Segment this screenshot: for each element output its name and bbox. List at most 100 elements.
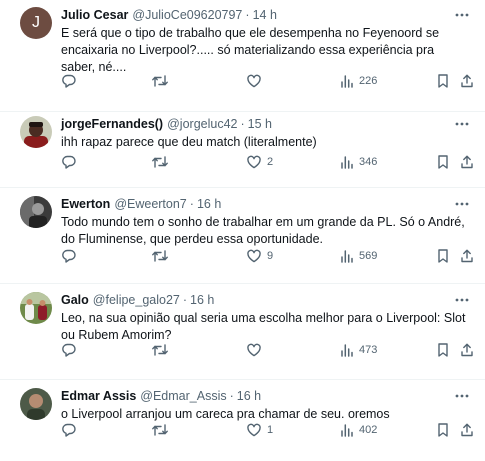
retweet-button[interactable] — [151, 421, 169, 439]
timestamp[interactable]: 16 h — [190, 292, 214, 308]
retweet-button[interactable] — [151, 341, 169, 359]
separator-dot: · — [245, 8, 250, 22]
reply-button[interactable] — [61, 247, 77, 265]
like-count: 9 — [267, 250, 274, 262]
avatar[interactable]: J — [20, 7, 52, 39]
bookmark-button[interactable] — [436, 247, 450, 265]
tweet-header: Edmar Assis @Edmar_Assis · 16 h — [61, 388, 471, 404]
avatar[interactable] — [20, 292, 52, 324]
bookmark-button[interactable] — [436, 421, 450, 439]
tweet[interactable]: Ewerton @Eweerton7 · 16 h Todo mundo tem… — [0, 188, 485, 284]
view-count: 226 — [359, 75, 378, 87]
reply-button[interactable] — [61, 72, 77, 90]
like-button[interactable] — [246, 72, 267, 90]
share-button[interactable] — [459, 247, 475, 265]
like-icon — [247, 74, 261, 88]
reply-button[interactable] — [61, 421, 77, 439]
bookmark-icon — [438, 74, 448, 88]
user-handle[interactable]: @Eweerton7 — [114, 196, 186, 212]
retweet-icon — [152, 344, 168, 356]
display-name[interactable]: Edmar Assis — [61, 388, 136, 404]
tweet-text: Todo mundo tem o sonho de trabalhar em u… — [61, 215, 465, 246]
display-name[interactable]: Ewerton — [61, 196, 110, 212]
share-icon — [461, 249, 473, 263]
more-icon[interactable] — [453, 7, 471, 23]
reply-icon — [62, 343, 76, 357]
user-handle[interactable]: @JulioCe09620797 — [132, 7, 242, 23]
views-icon — [341, 250, 353, 263]
share-icon — [461, 343, 473, 357]
share-icon — [461, 423, 473, 437]
more-icon[interactable] — [453, 388, 471, 404]
reply-icon — [62, 74, 76, 88]
retweet-button[interactable] — [151, 247, 169, 265]
reply-feed: J Julio Cesar @JulioCe09620797 · 14 h E … — [0, 0, 485, 461]
views-icon — [341, 424, 353, 437]
display-name[interactable]: Galo — [61, 292, 89, 308]
views-button[interactable]: 346 — [340, 153, 377, 171]
avatar[interactable] — [20, 388, 52, 420]
tweet-text: E será que o tipo de trabalho que ele de… — [61, 26, 440, 74]
like-count: 1 — [267, 424, 274, 436]
like-button[interactable]: 2 — [246, 153, 273, 171]
avatar[interactable] — [20, 196, 52, 228]
views-button[interactable]: 226 — [340, 72, 377, 90]
views-button[interactable]: 402 — [340, 421, 377, 439]
view-count: 473 — [359, 344, 378, 356]
share-button[interactable] — [459, 153, 475, 171]
more-icon[interactable] — [453, 292, 471, 308]
tweet-header: jorgeFernandes() @jorgeluc42 · 15 h — [61, 116, 471, 132]
like-button[interactable]: 9 — [246, 247, 273, 265]
view-count: 402 — [359, 424, 378, 436]
user-handle[interactable]: @jorgeluc42 — [167, 116, 237, 132]
retweet-icon — [152, 156, 168, 168]
share-button[interactable] — [459, 421, 475, 439]
retweet-button[interactable] — [151, 72, 169, 90]
more-icon[interactable] — [453, 196, 471, 212]
display-name[interactable]: jorgeFernandes() — [61, 116, 163, 132]
tweet-header: Ewerton @Eweerton7 · 16 h — [61, 196, 471, 212]
tweet[interactable]: Edmar Assis @Edmar_Assis · 16 h o Liverp… — [0, 380, 485, 461]
like-button[interactable]: 1 — [246, 421, 273, 439]
separator-dot: · — [189, 197, 194, 211]
user-handle[interactable]: @felipe_galo27 — [93, 292, 180, 308]
tweet[interactable]: Galo @felipe_galo27 · 16 h Leo, na sua o… — [0, 284, 485, 380]
separator-dot: · — [229, 389, 234, 403]
like-button[interactable] — [246, 341, 267, 359]
reply-icon — [62, 155, 76, 169]
share-button[interactable] — [459, 72, 475, 90]
tweet-header: Julio Cesar @JulioCe09620797 · 14 h — [61, 7, 471, 23]
bookmark-icon — [438, 155, 448, 169]
retweet-icon — [152, 250, 168, 262]
views-button[interactable]: 473 — [340, 341, 377, 359]
bookmark-button[interactable] — [436, 153, 450, 171]
tweet-text: Leo, na sua opinião qual seria uma escol… — [61, 311, 466, 342]
tweet-header: Galo @felipe_galo27 · 16 h — [61, 292, 471, 308]
like-icon — [247, 423, 261, 437]
retweet-button[interactable] — [151, 153, 169, 171]
reply-button[interactable] — [61, 341, 77, 359]
view-count: 346 — [359, 156, 378, 168]
bookmark-icon — [438, 423, 448, 437]
tweet[interactable]: jorgeFernandes() @jorgeluc42 · 15 h ihh … — [0, 112, 485, 188]
views-button[interactable]: 569 — [340, 247, 377, 265]
like-icon — [247, 343, 261, 357]
bookmark-button[interactable] — [436, 341, 450, 359]
timestamp[interactable]: 14 h — [253, 7, 277, 23]
reply-icon — [62, 249, 76, 263]
timestamp[interactable]: 16 h — [197, 196, 221, 212]
share-icon — [461, 155, 473, 169]
more-icon[interactable] — [453, 116, 471, 132]
reply-button[interactable] — [61, 153, 77, 171]
like-icon — [247, 249, 261, 263]
bookmark-button[interactable] — [436, 72, 450, 90]
separator-dot: · — [240, 117, 245, 131]
tweet[interactable]: J Julio Cesar @JulioCe09620797 · 14 h E … — [0, 0, 485, 112]
user-handle[interactable]: @Edmar_Assis — [140, 388, 226, 404]
timestamp[interactable]: 15 h — [248, 116, 272, 132]
display-name[interactable]: Julio Cesar — [61, 7, 128, 23]
timestamp[interactable]: 16 h — [237, 388, 261, 404]
like-count: 2 — [267, 156, 274, 168]
avatar[interactable] — [20, 116, 52, 148]
share-button[interactable] — [459, 341, 475, 359]
